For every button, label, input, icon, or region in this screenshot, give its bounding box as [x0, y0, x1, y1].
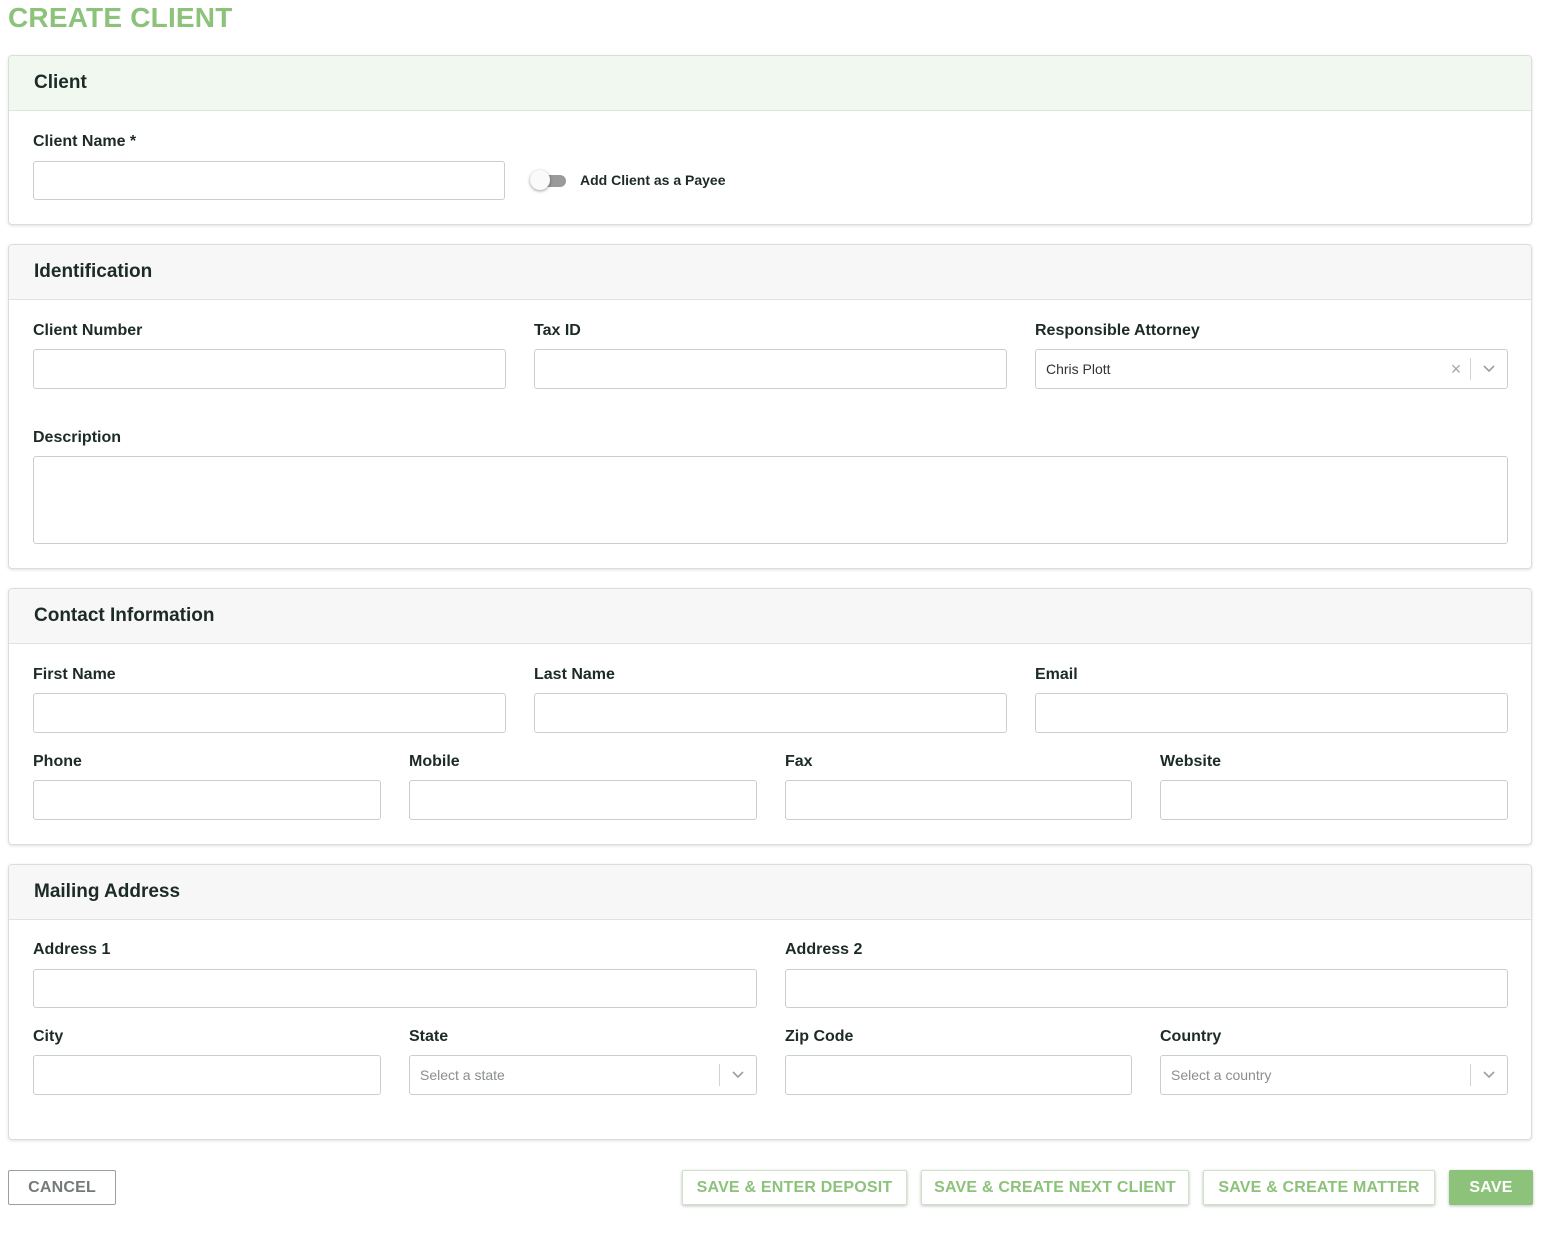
description-textarea[interactable]: [33, 456, 1508, 544]
client-card-header: Client: [9, 56, 1531, 111]
phone-input[interactable]: [33, 780, 381, 820]
add-client-as-payee-toggle[interactable]: [530, 170, 568, 190]
first-name-label: First Name: [33, 666, 116, 683]
first-name-input[interactable]: [33, 693, 506, 733]
save-create-next-client-button[interactable]: SAVE & CREATE NEXT CLIENT: [921, 1170, 1189, 1205]
description-label: Description: [33, 429, 122, 446]
last-name-label: Last Name: [534, 666, 615, 683]
city-label: City: [33, 1028, 64, 1045]
identification-card-header: Identification: [9, 245, 1531, 300]
website-input[interactable]: [1160, 780, 1508, 820]
responsible-attorney-value: Chris Plott: [1046, 361, 1111, 377]
chevron-down-icon[interactable]: [1471, 1071, 1507, 1079]
save-enter-deposit-button[interactable]: SAVE & ENTER DEPOSIT: [682, 1170, 907, 1205]
client-name-input[interactable]: [33, 161, 505, 200]
country-placeholder: Select a country: [1171, 1067, 1272, 1083]
state-select[interactable]: Select a state: [409, 1055, 757, 1095]
website-label: Website: [1160, 753, 1222, 770]
email-label: Email: [1035, 666, 1078, 683]
tax-id-label: Tax ID: [534, 322, 581, 339]
mobile-label: Mobile: [409, 753, 460, 770]
address2-label: Address 2: [785, 941, 863, 958]
fax-label: Fax: [785, 753, 813, 770]
responsible-attorney-label: Responsible Attorney: [1035, 322, 1200, 339]
chevron-down-icon[interactable]: [1471, 365, 1507, 373]
responsible-attorney-select[interactable]: Chris Plott ×: [1035, 349, 1508, 389]
chevron-down-icon[interactable]: [720, 1071, 756, 1079]
country-select[interactable]: Select a country: [1160, 1055, 1508, 1095]
cancel-button[interactable]: CANCEL: [8, 1170, 116, 1205]
toggle-knob: [530, 170, 550, 190]
email-input[interactable]: [1035, 693, 1508, 733]
phone-label: Phone: [33, 753, 82, 770]
state-label: State: [409, 1028, 449, 1045]
page-title: CREATE CLIENT: [8, 2, 233, 33]
client-number-input[interactable]: [33, 349, 506, 389]
mailing-address-card-header: Mailing Address: [9, 865, 1531, 920]
address2-input[interactable]: [785, 969, 1508, 1008]
fax-input[interactable]: [785, 780, 1132, 820]
contact-information-card-header: Contact Information: [9, 589, 1531, 644]
tax-id-input[interactable]: [534, 349, 1007, 389]
state-placeholder: Select a state: [420, 1067, 505, 1083]
city-input[interactable]: [33, 1055, 381, 1095]
address1-label: Address 1: [33, 941, 111, 958]
mobile-input[interactable]: [409, 780, 757, 820]
zip-code-label: Zip Code: [785, 1028, 854, 1045]
zip-code-input[interactable]: [785, 1055, 1132, 1095]
add-client-as-payee-label: Add Client as a Payee: [580, 172, 726, 188]
close-icon[interactable]: ×: [1442, 359, 1470, 380]
save-button[interactable]: SAVE: [1449, 1170, 1533, 1205]
address1-input[interactable]: [33, 969, 757, 1008]
save-create-matter-button[interactable]: SAVE & CREATE MATTER: [1203, 1170, 1435, 1205]
country-label: Country: [1160, 1028, 1222, 1045]
client-name-label: Client Name *: [33, 133, 137, 150]
last-name-input[interactable]: [534, 693, 1007, 733]
client-number-label: Client Number: [33, 322, 143, 339]
